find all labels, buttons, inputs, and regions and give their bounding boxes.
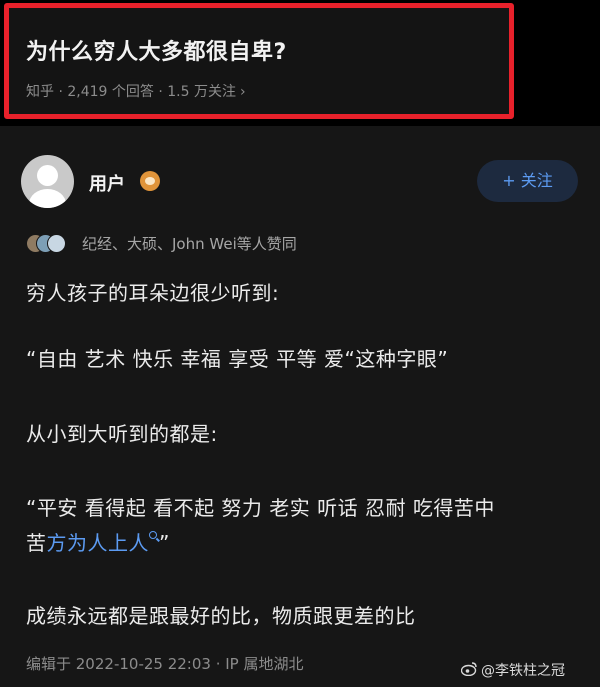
- author-name[interactable]: 用户: [89, 170, 125, 196]
- weibo-icon: [461, 662, 477, 676]
- answer-paragraph-6: 成绩永远都是跟最好的比，物质跟更差的比: [26, 604, 416, 628]
- avatar[interactable]: [21, 155, 74, 208]
- answer-paragraph-2: “自由 艺术 快乐 幸福 享受 平等 爱“这种字眼”: [26, 347, 449, 371]
- answer-paragraph-1: 穷人孩子的耳朵边很少听到:: [26, 281, 280, 305]
- avatar-body-shape: [29, 189, 66, 208]
- avatar-head-shape: [37, 165, 58, 186]
- chevron-right-icon: ›: [239, 84, 246, 100]
- answer-paragraph-3: 从小到大听到的都是:: [26, 422, 218, 446]
- search-link[interactable]: 方为人上人: [47, 531, 160, 555]
- question-meta[interactable]: 知乎 · 2,419 个回答 · 1.5 万关注 ›: [26, 81, 246, 101]
- closing-quote: ”: [159, 531, 170, 555]
- question-meta-text: 知乎 · 2,419 个回答 · 1.5 万关注: [26, 84, 236, 100]
- search-link-label[interactable]: 方为人上人: [47, 531, 150, 555]
- watermark-text: @李铁柱之冠: [481, 663, 565, 679]
- edit-info: 编辑于 2022-10-25 22:03 · IP 属地湖北: [26, 655, 304, 673]
- voters-text: 纪经、大硕、John Wei等人赞同: [82, 235, 297, 253]
- search-icon[interactable]: [149, 531, 159, 541]
- answer-paragraph-4: “平安 看得起 看不起 努力 老实 听话 忍耐 吃得苦中: [26, 496, 495, 520]
- creator-badge-icon: [140, 171, 160, 191]
- follow-button[interactable]: + 关注: [477, 160, 578, 202]
- answer-paragraph-5-text: 苦: [26, 531, 47, 555]
- question-card[interactable]: 为什么穷人大多都很自卑? 知乎 · 2,419 个回答 · 1.5 万关注 ›: [4, 3, 514, 119]
- question-title[interactable]: 为什么穷人大多都很自卑?: [26, 34, 287, 66]
- voter-avatar: [47, 234, 66, 253]
- answer-paragraph-5: 苦方为人上人 ”: [26, 527, 170, 556]
